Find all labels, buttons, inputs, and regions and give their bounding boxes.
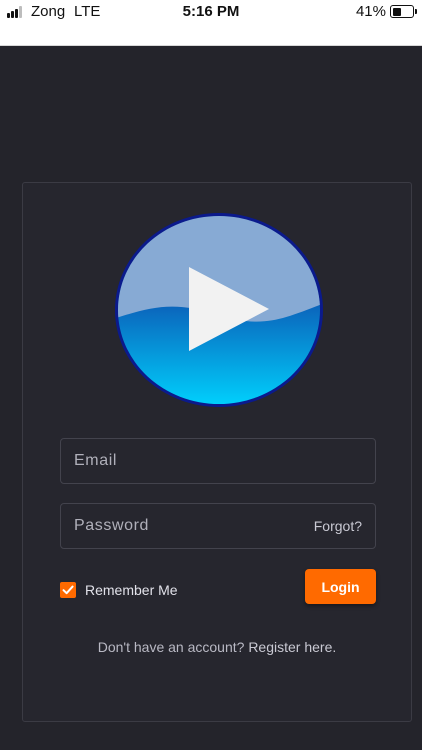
email-input[interactable] (61, 439, 375, 483)
password-field-container: Forgot? (60, 503, 376, 549)
login-card: Forgot? Remember Me Login Don't have an … (22, 182, 412, 722)
register-link[interactable]: Register here. (248, 639, 336, 655)
email-field-container (60, 438, 376, 484)
remember-me-checkbox[interactable] (60, 582, 76, 598)
forgot-password-link[interactable]: Forgot? (314, 518, 362, 534)
battery-percentage: 41% (355, 3, 386, 20)
register-prompt-text: Don't have an account? (97, 639, 245, 655)
battery-icon (390, 5, 417, 18)
status-bar: Zong LTE 5:16 PM 41% (0, 0, 422, 46)
login-button[interactable]: Login (305, 569, 376, 604)
play-button-icon (115, 213, 323, 407)
register-prompt: Don't have an account? Register here. (23, 639, 411, 655)
remember-me-label: Remember Me (85, 582, 178, 598)
checkmark-icon (62, 585, 74, 595)
remember-me-control[interactable]: Remember Me (60, 580, 178, 600)
